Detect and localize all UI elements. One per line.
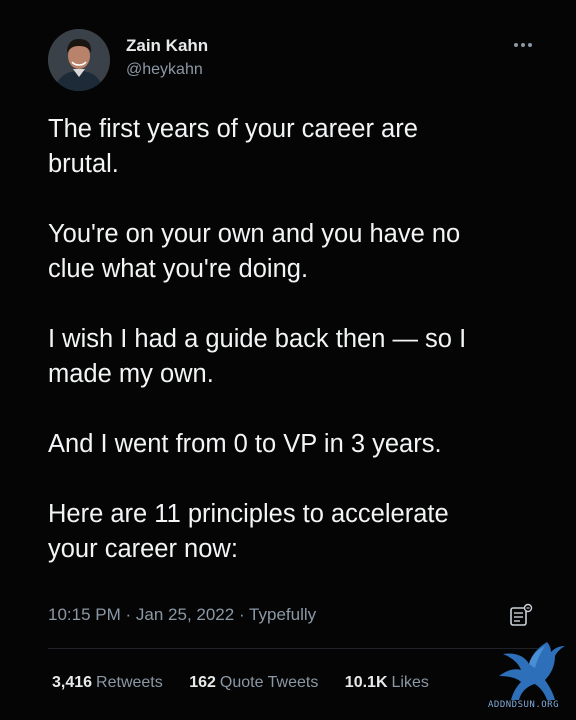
tweet-stats: 3,416 Retweets 162 Quote Tweets 10.1K Likes <box>52 672 451 694</box>
tweet-paragraph: You're on your own and you have no clue … <box>48 220 461 283</box>
tweet-metadata: 10:15 PM · Jan 25, 2022 · Typefully <box>48 603 316 627</box>
tweet-paragraph: And I went from 0 to VP in 3 years. <box>48 430 442 458</box>
quote-tweets-label: Quote Tweets <box>219 674 319 691</box>
tweet-paragraph: I wish I had a guide back then — so I ma… <box>48 325 467 388</box>
author-handle[interactable]: @heykahn <box>126 59 208 81</box>
meta-separator: · <box>238 605 245 624</box>
author-names: Zain Kahn @heykahn <box>126 35 208 81</box>
quote-tweets-count: 162 <box>189 674 216 691</box>
avatar[interactable] <box>48 29 110 91</box>
tweet-date[interactable]: Jan 25, 2022 <box>136 605 234 624</box>
retweets-stat[interactable]: 3,416 Retweets <box>52 672 163 694</box>
more-options-button[interactable] <box>508 35 538 55</box>
quote-tweets-stat[interactable]: 162 Quote Tweets <box>189 672 318 694</box>
more-horizontal-icon <box>514 43 532 47</box>
likes-count: 10.1K <box>344 674 388 691</box>
tweet-card: Zain Kahn @heykahn The first years of yo… <box>0 0 576 720</box>
tweet-time[interactable]: 10:15 PM <box>48 605 121 624</box>
notes-icon[interactable] <box>508 603 534 629</box>
retweets-count: 3,416 <box>52 674 93 691</box>
divider <box>48 648 538 649</box>
watermark-text: ADDNDSUN.ORG <box>488 700 560 710</box>
meta-separator: · <box>125 605 132 624</box>
author-display-name[interactable]: Zain Kahn <box>126 35 208 57</box>
tweet-header: Zain Kahn @heykahn <box>48 29 538 93</box>
tweet-text: The first years of your career are bruta… <box>48 112 548 602</box>
retweets-label: Retweets <box>96 674 163 691</box>
avatar-image <box>48 29 110 91</box>
likes-label: Likes <box>391 674 429 691</box>
likes-stat[interactable]: 10.1K Likes <box>345 672 429 694</box>
tweet-source[interactable]: Typefully <box>249 605 316 624</box>
tweet-paragraph: Here are 11 principles to accelerate you… <box>48 500 449 563</box>
tweet-paragraph: The first years of your career are bruta… <box>48 115 418 178</box>
